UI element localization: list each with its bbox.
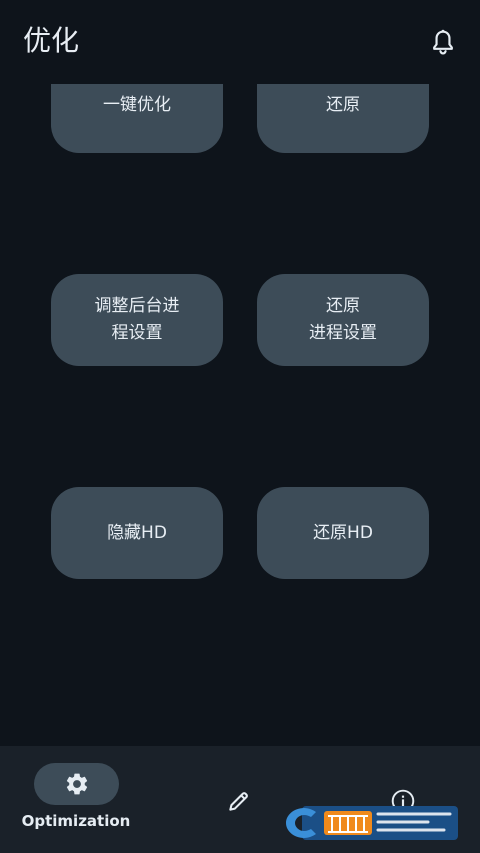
gear-icon bbox=[66, 773, 87, 795]
restore-hd-label: 还原HD bbox=[313, 522, 373, 543]
hide-hd-button[interactable]: 隐藏HD bbox=[51, 487, 223, 579]
optimize-button[interactable]: 一键优化 bbox=[51, 84, 223, 153]
restore-process-settings-label: 还原 进程设置 bbox=[309, 296, 377, 343]
adjust-background-process-label: 调整后台进 程设置 bbox=[94, 296, 180, 343]
nav-item-edit[interactable] bbox=[224, 786, 254, 816]
watermark-logo bbox=[286, 806, 458, 840]
nav-label-optimization[interactable]: Optimization bbox=[14, 812, 138, 830]
pencil-icon bbox=[229, 792, 248, 811]
bell-icon[interactable] bbox=[428, 28, 458, 58]
app-bar: 优化 bbox=[0, 0, 480, 84]
optimize-button-label: 一键优化 bbox=[103, 95, 171, 115]
restore-button-label: 还原 bbox=[326, 95, 360, 115]
page-title: 优化 bbox=[23, 24, 80, 57]
hide-hd-label: 隐藏HD bbox=[107, 522, 167, 543]
nav-item-optimization[interactable] bbox=[34, 763, 119, 805]
adjust-background-process-button[interactable]: 调整后台进 程设置 bbox=[51, 274, 223, 366]
restore-button[interactable]: 还原 bbox=[257, 84, 429, 153]
restore-hd-button[interactable]: 还原HD bbox=[257, 487, 429, 579]
restore-process-settings-button[interactable]: 还原 进程设置 bbox=[257, 274, 429, 366]
